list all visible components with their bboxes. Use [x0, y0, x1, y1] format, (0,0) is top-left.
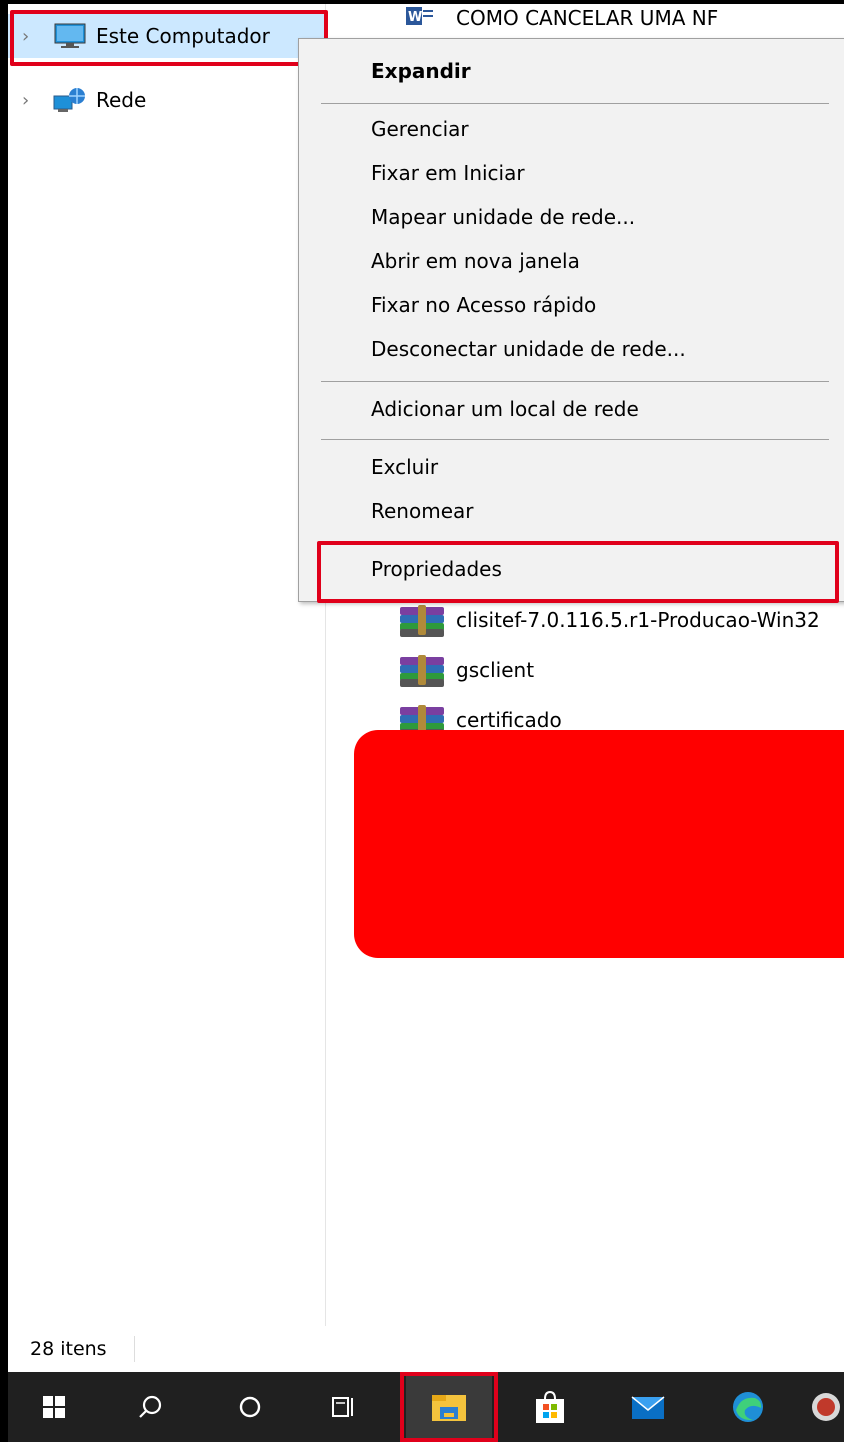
menu-item-renomear[interactable]: Renomear [301, 489, 841, 533]
menu-item-abrir-nova-janela[interactable]: Abrir em nova janela [301, 239, 841, 283]
navigation-pane: › Este Computador › Rede [8, 4, 326, 1326]
network-icon [52, 86, 88, 114]
menu-item-mapear-unidade[interactable]: Mapear unidade de rede... [301, 195, 841, 239]
file-name: gsclient [456, 658, 535, 682]
file-explorer-window: › Este Computador › Rede W COMO CANCELAR… [8, 4, 844, 1442]
menu-item-fixar-acesso-rapido[interactable]: Fixar no Acesso rápido [301, 283, 841, 327]
nav-item-rede[interactable]: › Rede [8, 78, 326, 122]
status-bar: 28 itens [8, 1326, 844, 1372]
list-item[interactable]: gsclient [398, 650, 534, 690]
menu-separator [321, 103, 829, 104]
list-item[interactable]: clisitef-7.0.116.5.r1-Producao-Win32 [398, 600, 820, 640]
menu-item-expandir[interactable]: Expandir [301, 49, 841, 93]
chevron-right-icon[interactable]: › [22, 90, 44, 111]
svg-text:W: W [408, 10, 422, 25]
mail-button[interactable] [612, 1372, 684, 1442]
mail-icon [631, 1396, 665, 1419]
menu-separator [321, 439, 829, 440]
windows-start-icon [43, 1396, 65, 1418]
file-name: COMO CANCELAR UMA NF [456, 6, 719, 30]
task-view-icon [332, 1397, 353, 1417]
menu-item-adicionar-local-rede[interactable]: Adicionar um local de rede [301, 387, 841, 431]
menu-item-gerenciar[interactable]: Gerenciar [301, 107, 841, 151]
nav-item-label: Rede [96, 88, 147, 112]
highlight-box-este-computador [10, 10, 328, 66]
cortana-icon [239, 1396, 261, 1418]
file-name: clisitef-7.0.116.5.r1-Producao-Win32 [456, 608, 820, 632]
highlight-box-propriedades [317, 541, 839, 603]
menu-item-excluir[interactable]: Excluir [301, 445, 841, 489]
app-button[interactable] [806, 1372, 844, 1442]
edge-button[interactable] [712, 1372, 784, 1442]
app-icon [812, 1393, 840, 1421]
cortana-button[interactable] [214, 1372, 286, 1442]
winrar-archive-icon [398, 653, 446, 687]
list-item[interactable]: W COMO CANCELAR UMA NF [398, 4, 718, 38]
highlight-box-file-explorer [400, 1372, 498, 1442]
edge-icon [733, 1392, 763, 1422]
taskbar [8, 1372, 844, 1442]
search-icon [139, 1395, 162, 1418]
context-menu: Expandir Gerenciar Fixar em Iniciar Mape… [298, 38, 844, 603]
winrar-archive-icon [398, 603, 446, 637]
word-doc-icon: W [398, 4, 446, 35]
status-divider [134, 1336, 135, 1362]
search-button[interactable] [114, 1372, 186, 1442]
task-view-button[interactable] [308, 1372, 380, 1442]
file-name: certificado [456, 708, 562, 732]
microsoft-store-button[interactable] [514, 1372, 586, 1442]
windows-start-button[interactable] [18, 1372, 90, 1442]
menu-separator [321, 381, 829, 382]
redaction-block [354, 730, 844, 958]
menu-item-fixar-iniciar[interactable]: Fixar em Iniciar [301, 151, 841, 195]
item-count: 28 itens [30, 1338, 107, 1360]
menu-item-desconectar-unidade[interactable]: Desconectar unidade de rede... [301, 327, 841, 371]
microsoft-store-icon [536, 1390, 564, 1423]
